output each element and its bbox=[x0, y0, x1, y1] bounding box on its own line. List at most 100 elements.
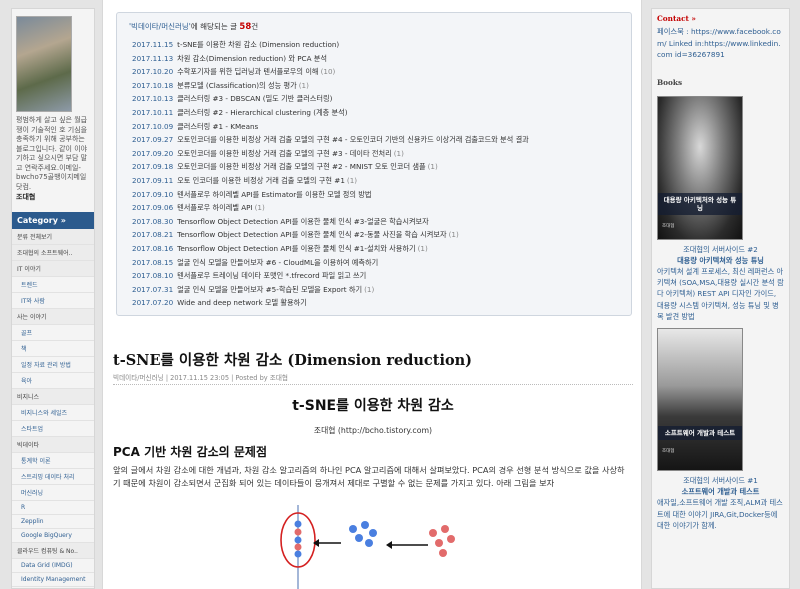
book2-prefix: 조대협의 서버사이드 #1 bbox=[683, 475, 758, 485]
category-item[interactable]: 조대협의 소프트웨어.. bbox=[12, 245, 94, 261]
related-post-item[interactable]: 2017.11.15 t-SNE를 이용한 차원 감소 (Dimension re… bbox=[132, 38, 621, 52]
related-post-title[interactable]: 텐서플로우 하이레벨 API bbox=[177, 203, 252, 212]
category-item[interactable]: 통계학 이론 bbox=[12, 453, 94, 469]
category-item[interactable]: 사는 이야기 bbox=[12, 309, 94, 325]
related-post-date: 2017.09.10 bbox=[132, 189, 174, 199]
category-header[interactable]: Category » bbox=[12, 212, 94, 229]
category-item[interactable]: 머신러닝 bbox=[12, 485, 94, 501]
related-post-item[interactable]: 2017.09.20 오토인코더를 이용한 비정상 거래 검출 모델의 구현 #3… bbox=[132, 147, 621, 161]
related-post-title[interactable]: 텐서플로우 트레이닝 데이타 포맷인 *.tfrecord 파일 읽고 쓰기 bbox=[177, 271, 366, 280]
related-post-title[interactable]: 텐서플로우 하이레벨 API를 Estimator를 이용한 모델 정의 방법 bbox=[177, 190, 371, 199]
figure-point bbox=[294, 520, 302, 528]
related-post-title[interactable]: Tensorflow Object Detection API를 이용한 물체 … bbox=[177, 217, 429, 226]
figure-point bbox=[355, 534, 363, 542]
related-post-date: 2017.09.11 bbox=[132, 175, 174, 185]
related-post-date: 2017.10.09 bbox=[132, 121, 174, 131]
category-item[interactable]: 스타트업 bbox=[12, 421, 94, 437]
category-item[interactable]: 육아 bbox=[12, 373, 94, 389]
figure-point bbox=[294, 550, 302, 558]
category-item[interactable]: IT와 사람 bbox=[12, 293, 94, 309]
related-post-item[interactable]: 2017.08.15 얼굴 인식 모델을 만들어보자 #6 - CloudML을 … bbox=[132, 256, 621, 270]
figure-point bbox=[435, 539, 443, 547]
category-item[interactable]: 일정 자료 관리 방법 bbox=[12, 357, 94, 373]
post-title[interactable]: t-SNE를 이용한 차원 감소 (Dimension reduction) bbox=[113, 349, 472, 370]
related-post-item[interactable]: 2017.11.13 차원 감소(Dimension reduction) 와 P… bbox=[132, 52, 621, 66]
related-post-comment-count: (1) bbox=[364, 284, 375, 294]
contact-text[interactable]: 페이스북 : https://www.facebook.com/ Linked … bbox=[652, 26, 789, 61]
category-item[interactable]: Identity Management bbox=[12, 573, 94, 587]
related-post-comment-count: (1) bbox=[417, 243, 428, 253]
related-post-title[interactable]: 차원 감소(Dimension reduction) 와 PCA 분석 bbox=[177, 54, 327, 63]
related-post-title[interactable]: 수학포기자를 위한 딥러닝과 텐서플로우의 이해 bbox=[177, 67, 318, 76]
related-post-item[interactable]: 2017.10.09 클러스터링 #1 - KMeans bbox=[132, 120, 621, 134]
related-post-item[interactable]: 2017.08.30 Tensorflow Object Detection AP… bbox=[132, 215, 621, 229]
related-title-suffix: 건 bbox=[251, 22, 259, 31]
right-sidebar: Contact » 페이스북 : https://www.facebook.co… bbox=[651, 8, 790, 589]
related-post-comment-count: (1) bbox=[448, 230, 459, 240]
related-post-item[interactable]: 2017.10.13 클러스터링 #3 - DBSCAN (밀도 기반 클러스터링… bbox=[132, 92, 621, 106]
book1-title-link[interactable]: 대용량 아키텍쳐와 성능 튜닝 bbox=[677, 256, 764, 265]
related-post-title[interactable]: 얼굴 인식 모델을 만들어보자 #6 - CloudML을 이용하여 예측하기 bbox=[177, 258, 378, 267]
related-post-title[interactable]: Tensorflow Object Detection API를 이용한 물체 … bbox=[177, 244, 415, 253]
category-item[interactable]: 스트리밍 데이타 처리 bbox=[12, 469, 94, 485]
related-post-item[interactable]: 2017.09.11 오토 인코더를 이용한 비정상 거래 검출 모델의 구현 #… bbox=[132, 174, 621, 188]
figure-point bbox=[429, 529, 437, 537]
related-post-title[interactable]: 오토인코더를 이용한 비정상 거래 검출 모델의 구현 #4 - 오토인코더 기… bbox=[177, 135, 529, 144]
related-post-item[interactable]: 2017.09.06 텐서플로우 하이레벨 API (1) bbox=[132, 201, 621, 215]
related-post-item[interactable]: 2017.07.20 Wide and deep network 모델 활용하기 bbox=[132, 296, 621, 310]
related-post-item[interactable]: 2017.10.11 클러스터링 #2 - Hierarchical cluste… bbox=[132, 106, 621, 120]
related-post-title[interactable]: 오토인코더를 이용한 비정상 거래 검출 모델의 구현 #2 - MNIST 오… bbox=[177, 162, 425, 171]
category-item[interactable]: 분류 전체보기 bbox=[12, 229, 94, 245]
book1-body: 아키텍쳐 설계 프로세스, 최신 레퍼런스 아키텍쳐 (SOA,MSA,대용량 … bbox=[657, 266, 784, 321]
book1-cover[interactable]: 대용량 아키텍처와 성능 튜닝 조대협 bbox=[657, 95, 743, 240]
related-post-title[interactable]: 오토인코더를 이용한 비정상 거래 검출 모델의 구현 #3 - 데이타 전처리 bbox=[177, 149, 392, 158]
figure-point bbox=[294, 528, 302, 536]
figure-point bbox=[349, 525, 357, 533]
related-post-item[interactable]: 2017.09.27 오토인코더를 이용한 비정상 거래 검출 모델의 구현 #4… bbox=[132, 133, 621, 147]
related-post-item[interactable]: 2017.10.20 수학포기자를 위한 딥러닝과 텐서플로우의 이해 (10) bbox=[132, 65, 621, 79]
related-category[interactable]: '빅데이타/머신러닝' bbox=[129, 22, 191, 31]
category-item[interactable]: IT 이야기 bbox=[12, 261, 94, 277]
related-post-title[interactable]: 클러스터링 #3 - DBSCAN (밀도 기반 클러스터링) bbox=[177, 94, 332, 103]
related-post-title[interactable]: 클러스터링 #2 - Hierarchical clustering (계층 분… bbox=[177, 108, 347, 117]
figure-point bbox=[361, 521, 369, 529]
related-post-item[interactable]: 2017.08.16 Tensorflow Object Detection AP… bbox=[132, 242, 621, 256]
related-title-text: 에 해당되는 글 bbox=[190, 22, 240, 31]
category-item[interactable]: 비지니스와 세일즈 bbox=[12, 405, 94, 421]
related-post-title[interactable]: 얼굴 인식 모델을 만들어보자 #5-학습된 모델을 Export 하기 bbox=[177, 285, 362, 294]
related-post-date: 2017.08.21 bbox=[132, 230, 174, 240]
category-item[interactable]: Zepplin bbox=[12, 515, 94, 529]
related-post-date: 2017.08.15 bbox=[132, 257, 174, 267]
category-item[interactable]: 클라우드 컴퓨팅 & No.. bbox=[12, 543, 94, 559]
related-post-title[interactable]: Wide and deep network 모델 활용하기 bbox=[177, 298, 307, 307]
related-post-title[interactable]: 클러스터링 #1 - KMeans bbox=[177, 122, 258, 131]
category-item[interactable]: 책 bbox=[12, 341, 94, 357]
book1-cover-title: 대용량 아키텍처와 성능 튜닝 bbox=[658, 192, 742, 215]
related-post-item[interactable]: 2017.08.21 Tensorflow Object Detection AP… bbox=[132, 228, 621, 242]
related-post-item[interactable]: 2017.07.31 얼굴 인식 모델을 만들어보자 #5-학습된 모델을 Exp… bbox=[132, 283, 621, 297]
related-post-date: 2017.11.15 bbox=[132, 40, 174, 49]
post-divider bbox=[113, 384, 633, 385]
book2-cover[interactable]: 소프트웨어 개발과 테스트 조대협 bbox=[657, 327, 743, 471]
related-post-item[interactable]: 2017.10.18 분류모델 (Classification)의 성능 평가 (1… bbox=[132, 79, 621, 93]
related-post-title[interactable]: 오토 인코더를 이용한 비정상 거래 검출 모델의 구현 #1 bbox=[177, 176, 345, 185]
book2-title-link[interactable]: 소프트웨어 개발과 테스트 bbox=[682, 487, 760, 496]
related-post-comment-count: (1) bbox=[427, 162, 438, 172]
figure-arrowhead bbox=[386, 541, 392, 549]
category-item[interactable]: Data Grid (IMDG) bbox=[12, 559, 94, 573]
related-post-item[interactable]: 2017.08.10 텐서플로우 트레이닝 데이타 포맷인 *.tfrecord … bbox=[132, 269, 621, 283]
category-item[interactable]: 트렌드 bbox=[12, 277, 94, 293]
category-item[interactable]: 빅데이타 bbox=[12, 437, 94, 453]
related-post-date: 2017.10.13 bbox=[132, 94, 174, 104]
related-post-title[interactable]: 분류모델 (Classification)의 성능 평가 bbox=[177, 81, 297, 90]
related-post-item[interactable]: 2017.09.10 텐서플로우 하이레벨 API를 Estimator를 이용한… bbox=[132, 188, 621, 202]
category-item[interactable]: Google BigQuery bbox=[12, 529, 94, 543]
category-item[interactable]: 골프 bbox=[12, 325, 94, 341]
related-post-title[interactable]: t-SNE를 이용한 차원 감소 (Dimension reduction) bbox=[177, 40, 339, 49]
category-item[interactable]: R bbox=[12, 501, 94, 515]
related-post-title[interactable]: Tensorflow Object Detection API를 이용한 물체 … bbox=[177, 230, 446, 239]
related-post-comment-count: (1) bbox=[298, 80, 309, 90]
related-post-date: 2017.09.06 bbox=[132, 203, 174, 213]
related-post-item[interactable]: 2017.09.18 오토인코더를 이용한 비정상 거래 검출 모델의 구현 #2… bbox=[132, 160, 621, 174]
category-item[interactable]: 비지니스 bbox=[12, 389, 94, 405]
